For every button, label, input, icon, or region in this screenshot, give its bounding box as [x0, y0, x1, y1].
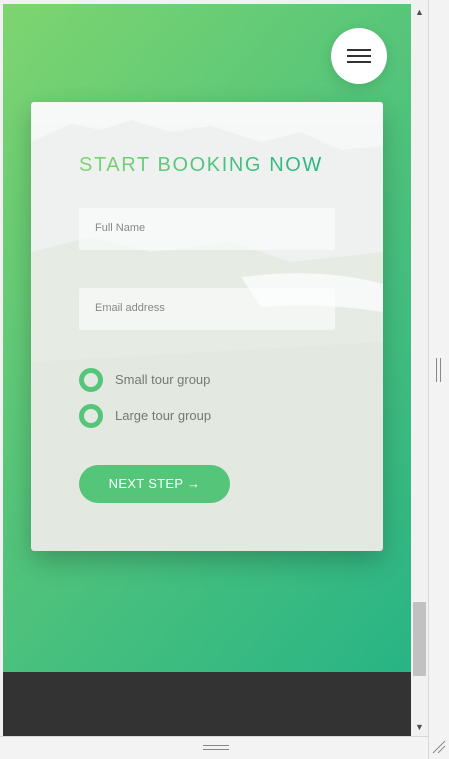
booking-card: START BOOKING NOW Small tour group Large…	[31, 102, 383, 551]
bottom-resize-bar[interactable]	[0, 736, 428, 759]
next-step-button[interactable]: NEXT STEP →	[79, 465, 230, 503]
booking-heading: START BOOKING NOW	[79, 154, 323, 176]
email-address-input[interactable]	[79, 288, 335, 330]
small-tour-group-radio[interactable]	[79, 368, 103, 392]
large-tour-group-radio[interactable]	[79, 404, 103, 428]
hamburger-menu-icon	[347, 49, 371, 51]
scroll-up-arrow-icon[interactable]: ▲	[411, 4, 428, 21]
scrollbar-thumb[interactable]	[413, 602, 426, 676]
browser-viewport: START BOOKING NOW Small tour group Large…	[3, 4, 411, 736]
hamburger-menu-icon-line	[347, 61, 371, 63]
vertical-scrollbar[interactable]: ▲ ▼	[411, 4, 428, 736]
horizontal-grip-icon	[203, 745, 229, 750]
right-resize-bar[interactable]	[428, 0, 449, 759]
resize-corner-icon[interactable]	[430, 738, 446, 754]
large-tour-group-label: Large tour group	[115, 408, 212, 423]
navigation-menu-button[interactable]	[331, 28, 387, 84]
booking-section: START BOOKING NOW Small tour group Large…	[3, 4, 411, 672]
scroll-down-arrow-icon[interactable]: ▼	[411, 719, 428, 736]
full-name-input[interactable]	[79, 208, 335, 250]
hamburger-menu-icon-line	[347, 55, 371, 57]
vertical-grip-icon	[436, 358, 441, 382]
small-tour-group-label: Small tour group	[115, 372, 211, 387]
